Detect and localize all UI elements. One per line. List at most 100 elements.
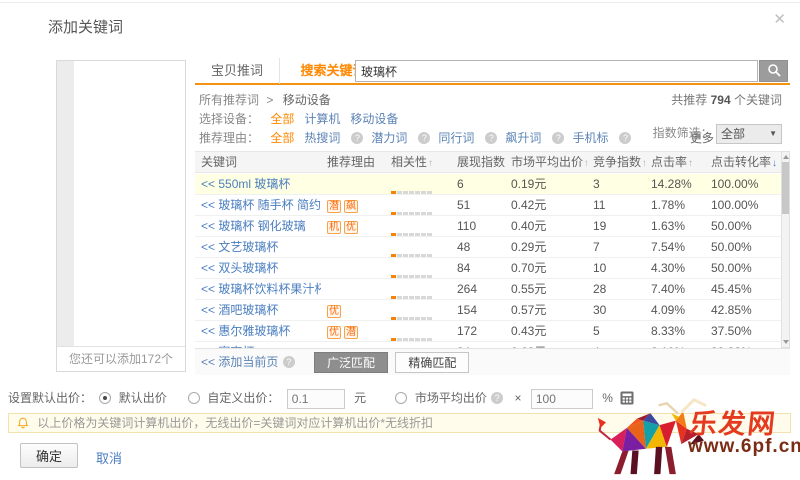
column-header-6[interactable]: 点击率↑ (645, 152, 705, 172)
tab-product-words[interactable]: 宝贝推词 (195, 58, 280, 84)
column-header-2[interactable]: 相关性↑ (385, 152, 451, 172)
ctr-cell: 7.40% (645, 279, 705, 299)
reason-badges-cell (321, 237, 385, 257)
column-header-1[interactable]: 推荐理由 (321, 152, 385, 172)
relevance-segment (421, 275, 426, 278)
column-header-4[interactable]: 市场平均出价↑ (505, 152, 587, 172)
device-filter-label: 选择设备： (199, 112, 259, 126)
relevance-segment (397, 212, 402, 215)
reason-badges-cell: 机优 (321, 216, 385, 236)
ctr-cell: 7.54% (645, 237, 705, 257)
avg-price-cell: 0.29元 (505, 237, 587, 257)
table-row[interactable]: << 双头玻璃杯840.70元104.30%50.00% (195, 258, 781, 279)
custom-bid-radio[interactable] (188, 392, 200, 404)
market-percent-input[interactable] (531, 389, 593, 409)
relevance-bar (391, 308, 433, 320)
keyword-link[interactable]: << 玻璃杯 随手杯 简约 (201, 198, 321, 212)
reason-option-2[interactable]: 潜力词 (371, 131, 407, 145)
table-row[interactable]: << 酒吧玻璃杯优1540.57元304.09%42.85% (195, 300, 781, 321)
help-icon[interactable]: ? (552, 132, 564, 144)
cancel-button[interactable]: 取消 (96, 448, 122, 467)
relevance-segment (391, 254, 396, 257)
help-icon[interactable]: ? (418, 132, 430, 144)
competition-cell: 19 (587, 216, 645, 236)
bid-settings-label: 设置默认出价： (8, 391, 92, 405)
confirm-button[interactable]: 确定 (20, 443, 78, 468)
reason-option-1[interactable]: 热搜词 (304, 131, 340, 145)
avg-price-cell: 0.55元 (505, 279, 587, 299)
help-icon[interactable]: ? (491, 392, 503, 404)
competition-cell: 5 (587, 321, 645, 341)
relevance-segment (415, 233, 420, 236)
column-header-3[interactable]: 展现指数↑ (451, 152, 505, 172)
scroll-down-icon[interactable] (783, 340, 789, 344)
keyword-link[interactable]: << 惠尔雅玻璃杯 (201, 324, 290, 338)
table-row[interactable]: << 550ml 玻璃杯60.19元314.28%100.00% (195, 174, 781, 195)
impressions-cell: 110 (451, 216, 505, 236)
help-icon[interactable]: ? (485, 132, 497, 144)
relevance-segment (409, 338, 414, 341)
broad-match-button[interactable]: 广泛匹配 (314, 352, 388, 373)
table-scrollbar[interactable] (781, 151, 790, 348)
relevance-segment (421, 254, 426, 257)
table-header-row: 关键词 推荐理由相关性↑展现指数↑市场平均出价↑竞争指数↑点击率↑点击转化率↓ (195, 151, 781, 173)
relevance-cell (385, 195, 451, 215)
reason-badges-cell: 优潜 (321, 321, 385, 341)
custom-bid-input[interactable] (287, 389, 345, 409)
keyword-link[interactable]: << 酒吧玻璃杯 (201, 303, 278, 317)
index-filter-dropdown[interactable]: 全部 ▼ (716, 124, 782, 144)
search-input[interactable] (355, 60, 758, 82)
breadcrumb-root[interactable]: 所有推荐词 (199, 93, 259, 107)
sort-down-icon: ↓ (772, 158, 777, 169)
keyword-link[interactable]: << 双头玻璃杯 (201, 261, 278, 275)
custom-bid-label: 自定义出价： (207, 391, 279, 405)
add-current-page-link[interactable]: << 添加当前页 (201, 355, 278, 369)
ctr-cell: 14.28% (645, 174, 705, 194)
table-row[interactable]: << 文艺玻璃杯480.29元77.54%50.00% (195, 237, 781, 258)
default-bid-radio[interactable] (99, 392, 111, 404)
scroll-up-icon[interactable] (783, 155, 789, 159)
search-button[interactable] (759, 60, 788, 82)
avg-price-cell: 0.57元 (505, 300, 587, 320)
relevance-segment (397, 296, 402, 299)
close-icon[interactable]: ✕ (773, 10, 786, 28)
column-header-7[interactable]: 点击转化率↓ (705, 152, 781, 172)
device-option-1[interactable]: 计算机 (304, 112, 340, 126)
exact-match-button[interactable]: 精确匹配 (395, 352, 469, 373)
reason-option-5[interactable]: 手机标 (572, 131, 608, 145)
yuan-unit-label: 元 (354, 391, 366, 405)
column-header-label: 关键词 (201, 155, 237, 169)
keyword-link[interactable]: << 玻璃杯 钢化玻璃 (201, 219, 306, 233)
column-header-0[interactable]: 关键词 (195, 152, 321, 172)
keyword-link[interactable]: << 文艺玻璃杯 (201, 240, 278, 254)
competition-cell: 11 (587, 195, 645, 215)
remaining-count-note: 您还可以添加172个 (57, 346, 185, 371)
avg-price-cell: 0.43元 (505, 321, 587, 341)
table-row[interactable]: << 惠尔雅玻璃杯优潜1720.43元58.33%37.50% (195, 321, 781, 342)
help-icon[interactable]: ? (351, 132, 363, 144)
relevance-segment (415, 296, 420, 299)
table-row[interactable]: << 玻璃杯 随手杯 简约潜飙510.42元111.78%100.00% (195, 195, 781, 216)
reason-option-0[interactable]: 全部 (270, 131, 294, 145)
table-row[interactable]: << 玻璃杯 钢化玻璃机优1100.40元191.63%50.00% (195, 216, 781, 237)
relevance-bar (391, 245, 433, 257)
relevance-cell (385, 216, 451, 236)
help-icon[interactable]: ? (619, 132, 631, 144)
device-option-2[interactable]: 移动设备 (350, 112, 398, 126)
relevance-segment (427, 191, 432, 194)
reason-option-4[interactable]: 飙升词 (505, 131, 541, 145)
device-option-0[interactable]: 全部 (270, 112, 294, 126)
keyword-link[interactable]: << 玻璃杯饮料杯果汁杯 (201, 282, 321, 296)
relevance-segment (409, 233, 414, 236)
keyword-link[interactable]: << 550ml 玻璃杯 (201, 177, 290, 191)
column-header-5[interactable]: 竞争指数↑ (587, 152, 645, 172)
relevance-segment (409, 296, 414, 299)
relevance-segment (403, 338, 408, 341)
impressions-cell: 48 (451, 237, 505, 257)
help-icon[interactable]: ? (283, 356, 295, 368)
market-avg-bid-radio[interactable] (395, 392, 407, 404)
cvr-cell: 37.50% (705, 321, 781, 341)
table-row[interactable]: << 玻璃杯饮料杯果汁杯2640.55元287.40%45.45% (195, 279, 781, 300)
scrollbar-thumb[interactable] (782, 162, 789, 214)
reason-option-3[interactable]: 同行词 (438, 131, 474, 145)
